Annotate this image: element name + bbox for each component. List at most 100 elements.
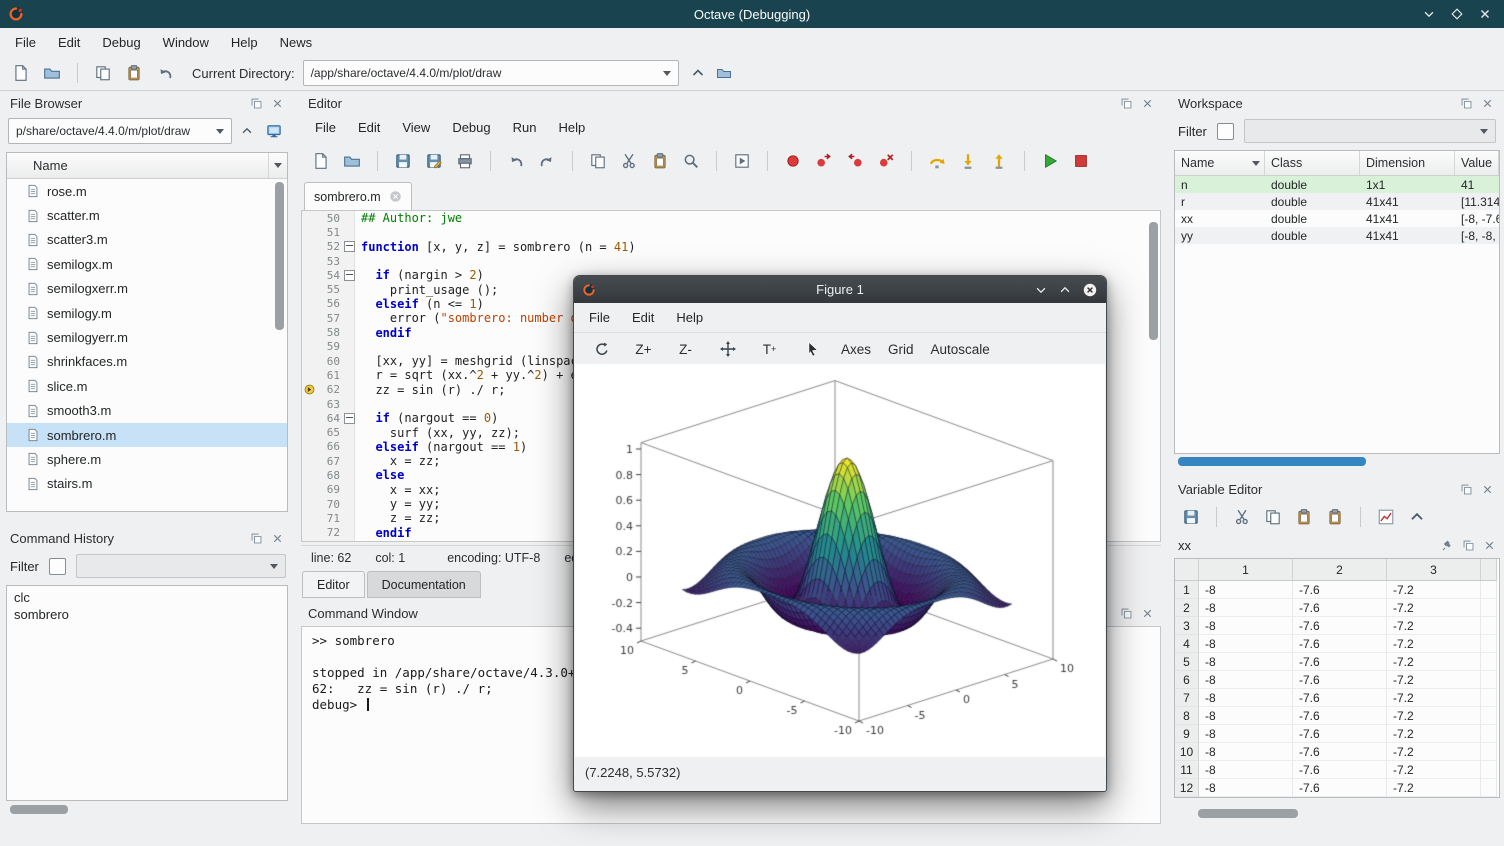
editor-menu-debug[interactable]: Debug <box>441 116 501 139</box>
save-as-button[interactable] <box>421 148 447 174</box>
copy-button[interactable] <box>90 60 116 86</box>
tab-documentation[interactable]: Documentation <box>367 571 481 598</box>
close-icon[interactable] <box>1483 539 1496 552</box>
step-out-button[interactable] <box>986 148 1012 174</box>
cut-button[interactable] <box>616 148 642 174</box>
editor-menu-help[interactable]: Help <box>547 116 596 139</box>
grid-cell[interactable]: -7.6 <box>1293 707 1387 725</box>
close-icon[interactable] <box>271 532 284 545</box>
file-browser-header[interactable]: File Browser <box>2 92 292 114</box>
grid-cell[interactable]: -7.6 <box>1293 617 1387 635</box>
grid-button[interactable]: Grid <box>881 337 921 362</box>
undock-icon[interactable] <box>250 532 263 545</box>
column-header[interactable]: 1 <box>1199 559 1293 581</box>
grid-cell[interactable]: -7.6 <box>1293 725 1387 743</box>
run-file-button[interactable] <box>729 148 755 174</box>
file-item[interactable]: slice.m <box>7 374 287 398</box>
grid-cell[interactable]: -7.2 <box>1387 635 1481 653</box>
editor-header[interactable]: Editor <box>300 92 1162 114</box>
grid-cell[interactable]: -7.2 <box>1387 779 1481 797</box>
remove-breakpoints-button[interactable] <box>873 148 899 174</box>
fold-marker[interactable] <box>344 270 355 281</box>
cut-button[interactable] <box>1229 504 1255 530</box>
find-button[interactable] <box>678 148 704 174</box>
figure-titlebar[interactable]: Figure 1 <box>574 276 1106 303</box>
grid-cell[interactable]: -7.2 <box>1387 743 1481 761</box>
maximize-button[interactable] <box>1450 7 1464 21</box>
history-item[interactable]: sombrero <box>7 606 287 623</box>
open-button[interactable] <box>39 60 65 86</box>
history-filter-combo[interactable] <box>76 554 286 578</box>
row-header[interactable]: 7 <box>1175 689 1199 707</box>
file-item[interactable]: stairs.m <box>7 472 287 496</box>
grid-cell[interactable]: -8 <box>1199 599 1293 617</box>
continue-button[interactable] <box>1037 148 1063 174</box>
new-script-button[interactable] <box>308 148 334 174</box>
grid-cell[interactable]: -7.6 <box>1293 761 1387 779</box>
main-menu-debug[interactable]: Debug <box>91 31 151 54</box>
figure-window[interactable]: Figure 1 FileEditHelp Z+Z-T+AxesGridAuto… <box>573 275 1107 792</box>
figure-plot-area[interactable] <box>575 364 1105 757</box>
grid-cell[interactable]: -8 <box>1199 689 1293 707</box>
window-titlebar[interactable]: Octave (Debugging) <box>0 0 1504 28</box>
file-browser-path-combo[interactable]: p/share/octave/4.4.0/m/plot/draw <box>8 118 232 144</box>
new-script-button[interactable] <box>8 60 34 86</box>
editor-tab-sombrero[interactable]: sombrero.m <box>304 182 412 210</box>
step-button[interactable] <box>924 148 950 174</box>
workspace-column-header[interactable]: Name <box>1175 151 1265 175</box>
next-breakpoint-button[interactable] <box>811 148 837 174</box>
figure-menu-file[interactable]: File <box>578 306 621 329</box>
close-icon[interactable] <box>271 97 284 110</box>
file-browser-scrollbar[interactable] <box>275 182 284 330</box>
grid-cell[interactable]: -8 <box>1199 725 1293 743</box>
close-icon[interactable] <box>1481 483 1494 496</box>
row-header[interactable]: 11 <box>1175 761 1199 779</box>
minimize-button[interactable] <box>1422 7 1436 21</box>
row-header[interactable]: 8 <box>1175 707 1199 725</box>
stop-button[interactable] <box>1068 148 1094 174</box>
workspace-header[interactable]: Workspace <box>1170 92 1502 114</box>
code-line[interactable]: 52function [x, y, z] = sombrero (n = 41) <box>302 240 1160 254</box>
file-item[interactable]: semilogyerr.m <box>7 325 287 349</box>
main-menu-help[interactable]: Help <box>220 31 269 54</box>
grid-cell[interactable]: -7.2 <box>1387 725 1481 743</box>
minimize-button[interactable] <box>1034 283 1048 297</box>
file-item[interactable]: shrinkfaces.m <box>7 350 287 374</box>
undo-button[interactable] <box>152 60 178 86</box>
undock-icon[interactable] <box>1462 539 1475 552</box>
command-history-scrollbar[interactable] <box>10 805 68 814</box>
row-header[interactable]: 1 <box>1175 581 1199 599</box>
step-in-button[interactable] <box>955 148 981 174</box>
grid-cell[interactable]: -7.6 <box>1293 653 1387 671</box>
file-item[interactable]: semilogy.m <box>7 301 287 325</box>
row-header[interactable]: 6 <box>1175 671 1199 689</box>
file-item[interactable]: scatter.m <box>7 203 287 227</box>
editor-menu-edit[interactable]: Edit <box>347 116 391 139</box>
insert-text-button[interactable]: T+ <box>750 337 789 362</box>
fold-marker[interactable] <box>344 241 355 252</box>
undock-icon[interactable] <box>1460 483 1473 496</box>
grid-cell[interactable]: -7.6 <box>1293 581 1387 599</box>
grid-cell[interactable]: -8 <box>1199 617 1293 635</box>
code-line[interactable]: 50## Author: jwe <box>302 211 1160 225</box>
current-directory-combo[interactable]: /app/share/octave/4.4.0/m/plot/draw <box>303 60 679 86</box>
row-header[interactable]: 5 <box>1175 653 1199 671</box>
paste-button[interactable] <box>1291 504 1317 530</box>
row-header[interactable]: 10 <box>1175 743 1199 761</box>
grid-cell[interactable]: -7.2 <box>1387 671 1481 689</box>
fold-marker[interactable] <box>344 413 355 424</box>
file-item[interactable]: scatter3.m <box>7 228 287 252</box>
grid-cell[interactable]: -7.6 <box>1293 671 1387 689</box>
history-item[interactable]: clc <box>7 589 287 606</box>
filter-checkbox[interactable] <box>1217 123 1234 140</box>
workspace-row[interactable]: rdouble41x41[11.314 <box>1175 193 1499 210</box>
pin-icon[interactable] <box>1441 539 1454 552</box>
close-icon[interactable] <box>1141 607 1154 620</box>
browse-directory-button[interactable] <box>711 60 737 86</box>
row-header[interactable]: 2 <box>1175 599 1199 617</box>
undock-icon[interactable] <box>1120 97 1133 110</box>
axes-button[interactable]: Axes <box>834 337 878 362</box>
tab-editor[interactable]: Editor <box>302 571 365 598</box>
grid-cell[interactable]: -7.6 <box>1293 599 1387 617</box>
grid-cell[interactable]: -7.6 <box>1293 689 1387 707</box>
